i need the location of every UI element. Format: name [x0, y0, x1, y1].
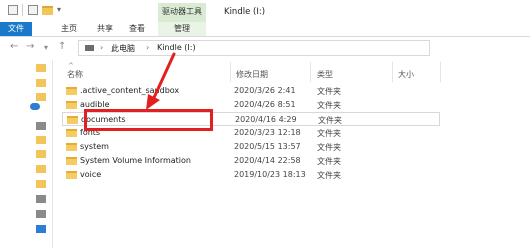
forward-arrow-icon[interactable]: →: [26, 41, 34, 52]
column-header-name[interactable]: 名称: [67, 69, 83, 80]
file-name: system: [80, 142, 109, 151]
column-divider[interactable]: [392, 62, 393, 82]
divider: [22, 4, 23, 16]
list-item[interactable]: system 2020/5/15 13:57 文件夹: [62, 140, 440, 154]
file-name: System Volume Information: [80, 156, 191, 165]
drive-tools-label: 驱动器工具: [158, 3, 206, 22]
file-name: audible: [80, 100, 110, 109]
window-title: Kindle (I:): [224, 7, 266, 17]
column-divider[interactable]: [230, 62, 231, 82]
folder-icon[interactable]: [36, 180, 46, 188]
drive-icon[interactable]: [36, 210, 46, 218]
file-type: 文件夹: [317, 129, 341, 138]
file-modified: 2020/5/15 13:57: [234, 142, 301, 151]
folder-icon[interactable]: [36, 136, 46, 144]
tab-manage[interactable]: 管理: [158, 22, 206, 36]
address-bar[interactable]: › 此电脑 › Kindle (I:): [78, 40, 430, 56]
quick-access-dropdown-icon[interactable]: ▾: [57, 5, 61, 14]
folder-icon: [66, 143, 77, 151]
folder-icon: [66, 87, 77, 95]
folder-icon: [66, 157, 77, 165]
breadcrumb-this-pc[interactable]: 此电脑: [111, 43, 135, 54]
file-modified: 2020/4/14 22:58: [234, 156, 301, 165]
network-icon[interactable]: [36, 225, 46, 233]
list-item[interactable]: .active_content_sandbox 2020/3/26 2:41 文…: [62, 84, 440, 98]
onedrive-icon[interactable]: [30, 103, 40, 110]
this-pc-icon[interactable]: [36, 122, 46, 130]
recent-locations-icon[interactable]: ▾: [44, 43, 48, 52]
column-header-size[interactable]: 大小: [398, 69, 414, 80]
folder-icon: [67, 116, 78, 124]
file-modified: 2020/4/16 4:29: [235, 115, 297, 124]
folder-icon: [66, 171, 77, 179]
file-type: 文件夹: [317, 143, 341, 152]
annotation-arrow-icon: [146, 52, 176, 110]
file-type: 文件夹: [317, 157, 341, 166]
breadcrumb-separator-icon[interactable]: ›: [100, 43, 103, 52]
list-item[interactable]: voice 2019/10/23 18:13 文件夹: [62, 168, 440, 182]
new-folder-icon[interactable]: [42, 6, 53, 15]
up-arrow-icon[interactable]: ↑: [58, 41, 66, 52]
folder-icon: [66, 129, 77, 137]
quick-access-folder-icon[interactable]: [36, 64, 46, 72]
folder-icon: [66, 101, 77, 109]
column-divider[interactable]: [310, 62, 311, 82]
column-header-type[interactable]: 类型: [317, 69, 333, 80]
tab-share[interactable]: 共享: [94, 22, 116, 36]
system-menu-icon[interactable]: [8, 5, 18, 15]
folder-icon[interactable]: [36, 150, 46, 158]
drive-icon[interactable]: [36, 195, 46, 203]
column-header-modified[interactable]: 修改日期: [236, 69, 268, 80]
folder-icon[interactable]: [36, 79, 46, 87]
file-modified: 2020/3/23 12:18: [234, 128, 301, 137]
folder-icon[interactable]: [36, 165, 46, 173]
file-modified: 2020/3/26 2:41: [234, 86, 296, 95]
tab-view[interactable]: 查看: [126, 22, 148, 36]
back-arrow-icon[interactable]: ←: [10, 41, 18, 52]
list-item[interactable]: System Volume Information 2020/4/14 22:5…: [62, 154, 440, 168]
file-type: 文件夹: [318, 116, 342, 125]
folder-icon[interactable]: [36, 93, 46, 101]
file-name: voice: [80, 170, 102, 179]
file-type: 文件夹: [317, 87, 341, 96]
tab-file[interactable]: 文件: [0, 22, 32, 36]
tab-home[interactable]: 主页: [58, 22, 80, 36]
pc-icon: [85, 45, 94, 51]
column-divider[interactable]: [440, 62, 441, 82]
file-modified: 2019/10/23 18:13: [234, 170, 306, 179]
properties-icon[interactable]: [28, 5, 38, 15]
file-modified: 2020/4/26 8:51: [234, 100, 296, 109]
file-type: 文件夹: [317, 101, 341, 110]
file-type: 文件夹: [317, 171, 341, 180]
